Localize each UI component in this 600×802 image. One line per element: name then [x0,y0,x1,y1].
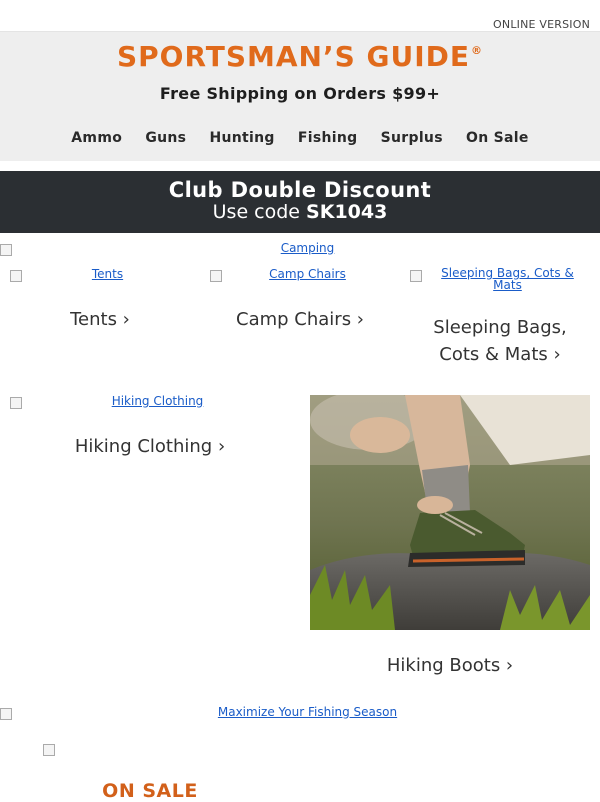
tents-link[interactable]: Tents › [0,306,200,333]
online-version-link[interactable]: ONLINE VERSION [493,18,590,31]
sleeping-bags-image-link[interactable]: Sleeping Bags, Cots & Mats [425,267,590,291]
broken-image-icon [43,744,55,756]
registered-mark: ® [471,44,484,57]
promo-banner[interactable]: Club Double Discount Use code SK1043 [0,171,600,233]
promo-code-line: Use code SK1043 [0,201,600,223]
broken-image-icon [210,270,222,282]
promo-code-prefix: Use code [212,201,300,223]
promo-code: SK1043 [306,201,388,223]
broken-image-icon [10,270,22,282]
nav-hunting[interactable]: Hunting [209,130,274,146]
fishing-season-banner-link[interactable]: Maximize Your Fishing Season [15,705,600,719]
tents-image-link[interactable]: Tents [25,267,190,281]
broken-image-icon [410,270,422,282]
nav-fishing[interactable]: Fishing [298,130,358,146]
on-sale-heading[interactable]: ON SALE [0,780,300,802]
broken-image-icon [0,244,12,256]
broken-image-icon [10,397,22,409]
broken-image-icon [0,708,12,720]
hiking-boots-illustration [310,395,590,630]
main-nav: Ammo Guns Hunting Fishing Surplus On Sal… [0,130,600,146]
nav-guns[interactable]: Guns [145,130,186,146]
camping-banner-link[interactable]: Camping [15,241,600,255]
hiking-boots-photo[interactable] [310,395,590,630]
nav-surplus[interactable]: Surplus [381,130,443,146]
top-bar: ONLINE VERSION [0,0,600,31]
email-header: SPORTSMAN’S GUIDE® Free Shipping on Orde… [0,31,600,161]
hiking-clothing-link[interactable]: Hiking Clothing › [0,433,300,460]
hiking-boots-link[interactable]: Hiking Boots › [300,652,600,679]
free-shipping-banner: Free Shipping on Orders $99+ [159,84,441,103]
sportsmans-guide-logo[interactable]: SPORTSMAN’S GUIDE® [0,40,600,73]
camp-chairs-image-link[interactable]: Camp Chairs [225,267,390,281]
promo-title: Club Double Discount [168,178,432,202]
logo-text: SPORTSMAN’S GUIDE [116,40,471,73]
hiking-clothing-image-link[interactable]: Hiking Clothing [25,394,290,408]
sleeping-bags-link[interactable]: Sleeping Bags, Cots & Mats › [420,314,580,368]
nav-ammo[interactable]: Ammo [71,130,122,146]
nav-on-sale[interactable]: On Sale [466,130,529,146]
camp-chairs-link[interactable]: Camp Chairs › [200,306,400,333]
